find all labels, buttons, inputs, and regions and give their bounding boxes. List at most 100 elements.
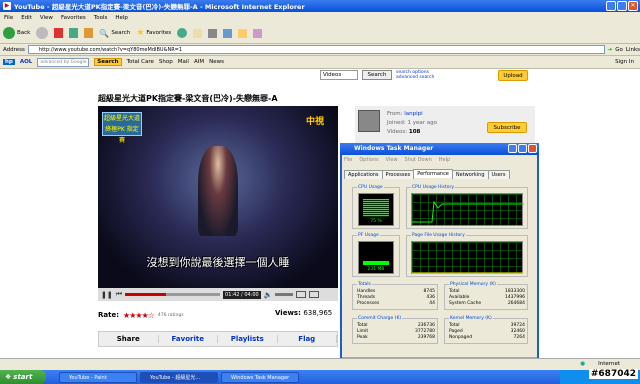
messenger-icon[interactable] <box>253 28 263 38</box>
links-button[interactable]: Links <box>626 47 640 53</box>
refresh-icon[interactable] <box>69 28 79 38</box>
advanced-search-links: search options advanced search <box>396 70 434 80</box>
edit-icon[interactable] <box>223 28 233 38</box>
cpu-history-label: CPU Usage History <box>411 185 456 190</box>
totals-label: Totals <box>357 282 372 287</box>
views-label: Views: <box>275 309 301 317</box>
pf-usage-value: 231 MB <box>367 267 385 272</box>
taskbar-item-ie[interactable]: YouTube - 超級星光... <box>140 371 218 383</box>
tm-menu-help[interactable]: Help <box>439 157 450 163</box>
tm-menu-options[interactable]: Options <box>359 157 378 163</box>
start-button[interactable]: ❖ start <box>0 370 46 384</box>
tm-close-button[interactable] <box>528 144 537 153</box>
minimize-button[interactable] <box>606 1 616 11</box>
back-arrow-icon <box>3 27 15 39</box>
taskbar: ❖ start YouTube - Paint YouTube - 超級星光...… <box>0 370 640 384</box>
cpu-history-graph <box>411 193 524 226</box>
link-mail[interactable]: Mail <box>178 59 189 65</box>
avatar[interactable] <box>358 110 380 132</box>
tm-menu-shutdown[interactable]: Shut Down <box>405 157 432 163</box>
fullscreen-icon[interactable] <box>309 291 320 298</box>
go-arrow-icon[interactable]: ➜ <box>608 47 613 53</box>
address-input[interactable]: http://www.youtube.com/watch?v=qY80meMdI… <box>27 45 605 54</box>
menu-edit[interactable]: Edit <box>21 15 32 21</box>
link-shop[interactable]: Shop <box>159 59 173 65</box>
progress-fill <box>125 293 166 296</box>
pf-usage-group: PF Usage 231 MB <box>352 233 400 277</box>
phys-cache-value: 264684 <box>507 301 525 306</box>
pf-usage-bars <box>363 261 389 265</box>
flag-tab[interactable]: Flag <box>278 335 337 343</box>
handles-label: Handles <box>357 289 376 294</box>
stop-icon[interactable] <box>54 28 64 38</box>
rewind-icon[interactable]: ⏮ <box>116 290 122 299</box>
favorite-tab[interactable]: Favorite <box>159 335 218 343</box>
videos-count: 108 <box>408 129 421 135</box>
popout-icon[interactable] <box>296 291 307 298</box>
menu-tools[interactable]: Tools <box>94 15 108 21</box>
kernel-nonpaged-label: Nonpaged <box>449 335 473 340</box>
link-aim[interactable]: AIM <box>194 59 204 65</box>
joined-value: 1 year ago <box>407 120 437 126</box>
aol-search-button[interactable]: Search <box>94 58 122 66</box>
window-titlebar[interactable]: ▶ YouTube - 超級星光大道PK指定賽-梁文音(巴冷)-失戀無罪-A -… <box>0 0 640 12</box>
taskbar-item-taskmanager[interactable]: Windows Task Manager <box>221 371 299 383</box>
menu-favorites[interactable]: Favorites <box>61 15 86 21</box>
volume-icon[interactable]: 🔈 <box>264 291 273 299</box>
phys-available-label: Available <box>449 295 470 300</box>
maximize-button[interactable] <box>617 1 627 11</box>
search-filter-select[interactable]: Videos <box>320 70 358 80</box>
print-icon[interactable] <box>208 28 218 38</box>
tm-menu-view[interactable]: View <box>386 157 398 163</box>
pf-history-label: Page File Usage History <box>411 233 466 238</box>
tab-applications[interactable]: Applications <box>344 170 383 179</box>
upload-button[interactable]: Upload <box>498 70 528 81</box>
playlists-tab[interactable]: Playlists <box>218 335 278 343</box>
physical-memory-stats: Total 1833300 Available 1437996 System Cac… <box>449 289 525 307</box>
uploader-link[interactable]: lanpipi <box>404 111 422 117</box>
web-page: Videos Search search options advanced sea… <box>0 69 640 370</box>
close-button[interactable]: ✕ <box>628 1 638 11</box>
cpu-usage-meter: 75 % <box>358 193 394 226</box>
link-total-care[interactable]: Total Care <box>127 59 154 65</box>
mail-icon[interactable] <box>193 28 203 38</box>
favorites-button[interactable]: ★ Favorites <box>136 28 171 38</box>
video-player[interactable]: 超級星光大道 終極PK 指定賽 中視 沒想到你說最後選擇一個人睡 ❚❚ ⏮ 01… <box>98 106 338 301</box>
folder-icon[interactable] <box>238 28 248 38</box>
pause-icon[interactable]: ❚❚ <box>101 291 113 299</box>
subscribe-button[interactable]: Subscribe <box>487 122 527 133</box>
rating-stars[interactable]: ★★★★☆ <box>123 311 155 320</box>
tab-performance[interactable]: Performance <box>413 169 453 178</box>
uploader-box: From: lanpipi Joined: 1 year ago Videos:… <box>355 106 535 146</box>
tm-minimize-button[interactable] <box>508 144 517 153</box>
task-manager-window[interactable]: Windows Task Manager File Options View S… <box>340 143 539 368</box>
time-display: 01:42 / 04:00 <box>223 290 261 299</box>
go-button[interactable]: Go <box>615 47 623 53</box>
share-tab[interactable]: Share <box>99 335 159 343</box>
link-news[interactable]: News <box>209 59 224 65</box>
tm-menu-file[interactable]: File <box>344 157 352 163</box>
taskbar-item-paint[interactable]: YouTube - Paint <box>59 371 137 383</box>
menu-file[interactable]: File <box>4 15 13 21</box>
tab-networking[interactable]: Networking <box>451 170 489 179</box>
sign-in-link[interactable]: Sign In <box>615 59 640 65</box>
tab-users[interactable]: Users <box>487 170 510 179</box>
home-icon[interactable] <box>84 28 94 38</box>
advanced-search-link[interactable]: advanced search <box>396 75 434 80</box>
kernel-memory-stats: Total 39724 Paged 32460 Nonpaged 7264 <box>449 323 525 341</box>
history-icon[interactable] <box>177 28 188 38</box>
progress-bar[interactable] <box>125 293 221 296</box>
menu-help[interactable]: Help <box>115 15 128 21</box>
menu-view[interactable]: View <box>40 15 53 21</box>
yt-search-button[interactable]: Search <box>362 70 392 80</box>
search-button[interactable]: 🔍 Search <box>99 29 130 38</box>
tm-titlebar[interactable]: Windows Task Manager <box>340 143 539 155</box>
volume-slider[interactable] <box>275 293 294 296</box>
back-button[interactable]: Back <box>3 27 30 39</box>
aol-logo[interactable]: AOL <box>20 59 32 65</box>
forward-arrow-icon[interactable] <box>36 27 49 39</box>
tm-maximize-button[interactable] <box>518 144 527 153</box>
tab-processes[interactable]: Processes <box>381 170 415 179</box>
aol-search-input[interactable]: advanced by Google <box>37 57 90 67</box>
kernel-memory-label: Kernel Memory (K) <box>449 316 493 321</box>
